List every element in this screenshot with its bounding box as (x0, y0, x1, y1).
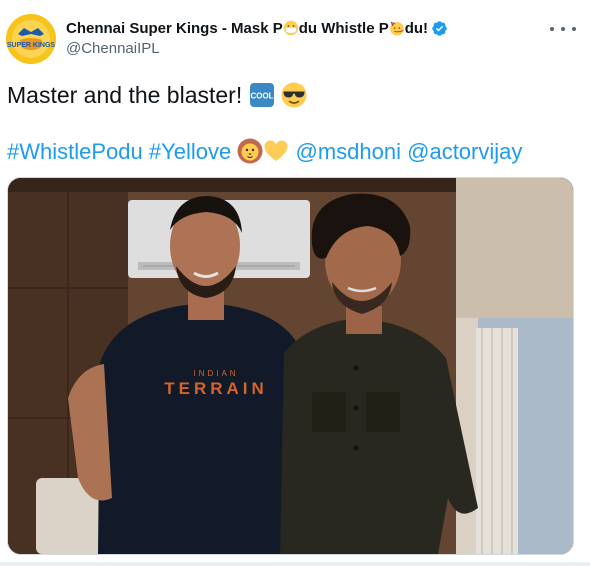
tweet-text-body: Master and the blaster! (7, 82, 243, 108)
avatar-logo-text: SUPER KINGS (7, 42, 56, 49)
tweet-header: Chennai Super Kings - Mask P du Whistle … (66, 17, 448, 57)
hashtag-link-yellove[interactable]: #Yellove (149, 139, 231, 164)
hashtag-link-whistlepodu[interactable]: #WhistlePodu (7, 139, 143, 164)
mask-face-emoji-icon (283, 20, 298, 35)
display-name[interactable]: Chennai Super Kings - Mask P du Whistle … (66, 20, 428, 37)
tweet-links: #WhistlePodu #Yellove @msdhoni @actorvij… (7, 137, 522, 167)
account-handle[interactable]: @ChennaiIPL (66, 40, 448, 57)
display-name-prefix: Chennai Super Kings - Mask P (66, 19, 283, 37)
display-name-row[interactable]: Chennai Super Kings - Mask P du Whistle … (66, 17, 448, 39)
avatar[interactable]: SUPER KINGS (6, 14, 56, 64)
verified-badge-icon (432, 20, 447, 36)
tweet-bottom-border (0, 562, 590, 566)
mention-link-actorvijay[interactable]: @actorvijay (407, 139, 522, 164)
photo-illustration: INDIAN TERRAIN (8, 178, 573, 554)
partying-face-emoji-icon (389, 21, 404, 36)
lion-face-emoji-icon (237, 138, 263, 164)
sunglasses-face-emoji-icon (281, 82, 307, 108)
dot-icon (561, 27, 565, 31)
mention-link-msdhoni[interactable]: @msdhoni (296, 139, 402, 164)
display-name-mid: du Whistle P (298, 19, 389, 37)
more-options-button[interactable] (550, 22, 576, 36)
tweet-card[interactable]: SUPER KINGS Chennai Super Kings - Mask P… (0, 0, 590, 566)
yellow-heart-emoji-icon (264, 140, 288, 161)
display-name-suffix: du! (404, 19, 429, 37)
tweet-text: Master and the blaster! COOL (7, 80, 307, 110)
cool-emoji-label: COOL (250, 92, 273, 101)
tweet-photo[interactable]: INDIAN TERRAIN (7, 177, 574, 555)
dot-icon (572, 27, 576, 31)
dot-icon (550, 27, 554, 31)
csk-logo-icon: SUPER KINGS (6, 14, 56, 64)
cool-button-emoji-icon: COOL (249, 83, 274, 107)
